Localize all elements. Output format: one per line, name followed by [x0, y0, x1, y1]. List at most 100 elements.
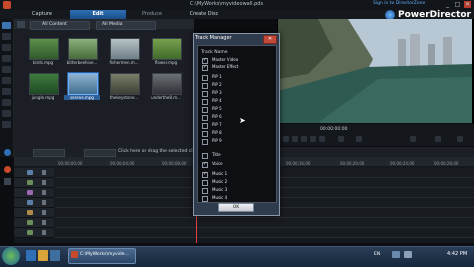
lock-icon[interactable]: [42, 200, 46, 205]
track-checkbox[interactable]: [202, 64, 208, 71]
particle-room-icon[interactable]: [2, 55, 11, 62]
track-checkbox[interactable]: [202, 107, 208, 113]
effect-room-icon[interactable]: [2, 33, 11, 40]
subtitle-room-icon[interactable]: [2, 121, 11, 128]
tab-edit[interactable]: Edit: [70, 10, 126, 19]
track-header[interactable]: [14, 178, 54, 188]
ok-button[interactable]: OK: [218, 203, 254, 212]
sign-in-link[interactable]: Sign in to DirectorZone: [373, 1, 425, 6]
media-thumb-beehive[interactable]: [68, 38, 98, 60]
track-checkbox[interactable]: [202, 91, 208, 97]
tab-produce[interactable]: Produce: [126, 10, 178, 19]
close-button[interactable]: ✕: [464, 1, 471, 8]
track-manager-icon[interactable]: [4, 166, 11, 173]
taskbar-item-label: C:\MyWorks\myvide...: [80, 252, 129, 257]
media-thumb-flower[interactable]: [152, 38, 182, 60]
track-checkbox[interactable]: [202, 196, 208, 202]
playback-controls: [270, 124, 474, 146]
media-caption: birds.mpg: [32, 60, 54, 65]
lock-icon[interactable]: [42, 220, 46, 225]
storyboard-view-button[interactable]: [84, 149, 116, 157]
media-thumb-fishermen[interactable]: [110, 38, 140, 60]
track-lane[interactable]: [55, 228, 474, 238]
track-checkbox[interactable]: [202, 99, 208, 105]
track-header[interactable]: [14, 218, 54, 228]
tab-create-disc[interactable]: Create Disc: [178, 10, 230, 19]
network-icon[interactable]: [392, 251, 400, 258]
track-list-header: Track Name: [201, 50, 228, 55]
chapter-room-icon[interactable]: [2, 110, 11, 117]
minimize-button[interactable]: _: [444, 1, 451, 8]
media-thumb-keystone[interactable]: [110, 73, 140, 95]
media-caption: fishermen.m...: [109, 60, 139, 65]
stop-icon[interactable]: [292, 136, 298, 142]
track-header[interactable]: [14, 198, 54, 208]
preview-timecode: 00:00:00:00: [320, 127, 348, 132]
language-indicator[interactable]: EN: [374, 252, 380, 257]
track-header[interactable]: [14, 208, 54, 218]
tab-capture[interactable]: Capture: [14, 10, 70, 19]
undock-icon[interactable]: [410, 136, 416, 142]
pip-room-icon[interactable]: [2, 44, 11, 51]
track-header[interactable]: [14, 228, 54, 238]
lock-icon[interactable]: [42, 190, 46, 195]
previous-frame-icon[interactable]: [301, 136, 307, 142]
track-checkbox[interactable]: [202, 131, 208, 137]
track-checkbox[interactable]: [202, 83, 208, 89]
snapshot-icon[interactable]: [356, 136, 362, 142]
maximize-button[interactable]: □: [454, 1, 461, 8]
play-icon[interactable]: [283, 136, 289, 142]
track-checkbox[interactable]: [202, 180, 208, 186]
track-checkbox[interactable]: [202, 115, 208, 121]
audio-mixing-room-icon[interactable]: [2, 88, 11, 95]
fullscreen-icon[interactable]: [435, 136, 441, 142]
volume-icon[interactable]: [338, 136, 344, 142]
media-caption: flower.mpg: [154, 60, 178, 65]
app-icon: [3, 1, 11, 9]
dialog-close-button[interactable]: ✕: [263, 35, 277, 44]
lock-icon[interactable]: [42, 210, 46, 215]
title-room-icon[interactable]: [2, 66, 11, 73]
track-name: PiP 1: [212, 74, 222, 79]
track-checkbox[interactable]: [202, 153, 208, 159]
zoom-icon[interactable]: [4, 178, 11, 185]
track-checkbox[interactable]: [202, 171, 208, 178]
track-lane[interactable]: [55, 218, 474, 228]
track-name: PiP 9: [212, 138, 222, 143]
display-mode-icon[interactable]: [457, 136, 463, 142]
timeline-view-button[interactable]: [33, 149, 65, 157]
lock-icon[interactable]: [42, 170, 46, 175]
media-thumb-jungle[interactable]: [29, 73, 59, 95]
timeline-mode-icon[interactable]: [4, 149, 11, 156]
track-name: PiP 6: [212, 114, 222, 119]
volume-tray-icon[interactable]: [404, 251, 412, 258]
track-checkbox[interactable]: [202, 188, 208, 194]
lock-icon[interactable]: [42, 180, 46, 185]
preview-video: [278, 19, 472, 123]
media-thumb-serene[interactable]: [67, 72, 99, 96]
fast-forward-icon[interactable]: [319, 136, 325, 142]
next-frame-icon[interactable]: [310, 136, 316, 142]
track-name: Title: [212, 152, 221, 157]
track-header[interactable]: [14, 188, 54, 198]
track-checkbox[interactable]: [202, 123, 208, 129]
clock[interactable]: 4:42 PM: [447, 251, 467, 257]
import-icon[interactable]: [17, 21, 25, 28]
media-thumb-birds[interactable]: [29, 38, 59, 60]
media-room-icon[interactable]: [2, 22, 11, 29]
media-player-icon[interactable]: [50, 250, 60, 261]
voice-over-room-icon[interactable]: [2, 99, 11, 106]
river-scene-image: [278, 19, 472, 123]
track-checkbox[interactable]: [202, 139, 208, 145]
track-name: PiP 5: [212, 106, 222, 111]
ie-icon[interactable]: [26, 250, 36, 261]
track-checkbox[interactable]: [202, 161, 208, 168]
powerdirector-task-icon: [71, 251, 78, 258]
media-thumb-underthe8[interactable]: [152, 73, 182, 95]
transition-room-icon[interactable]: [2, 77, 11, 84]
explorer-icon[interactable]: [38, 250, 48, 261]
start-button[interactable]: [2, 247, 20, 265]
track-checkbox[interactable]: [202, 75, 208, 81]
track-header[interactable]: [14, 168, 54, 178]
lock-icon[interactable]: [42, 230, 46, 235]
